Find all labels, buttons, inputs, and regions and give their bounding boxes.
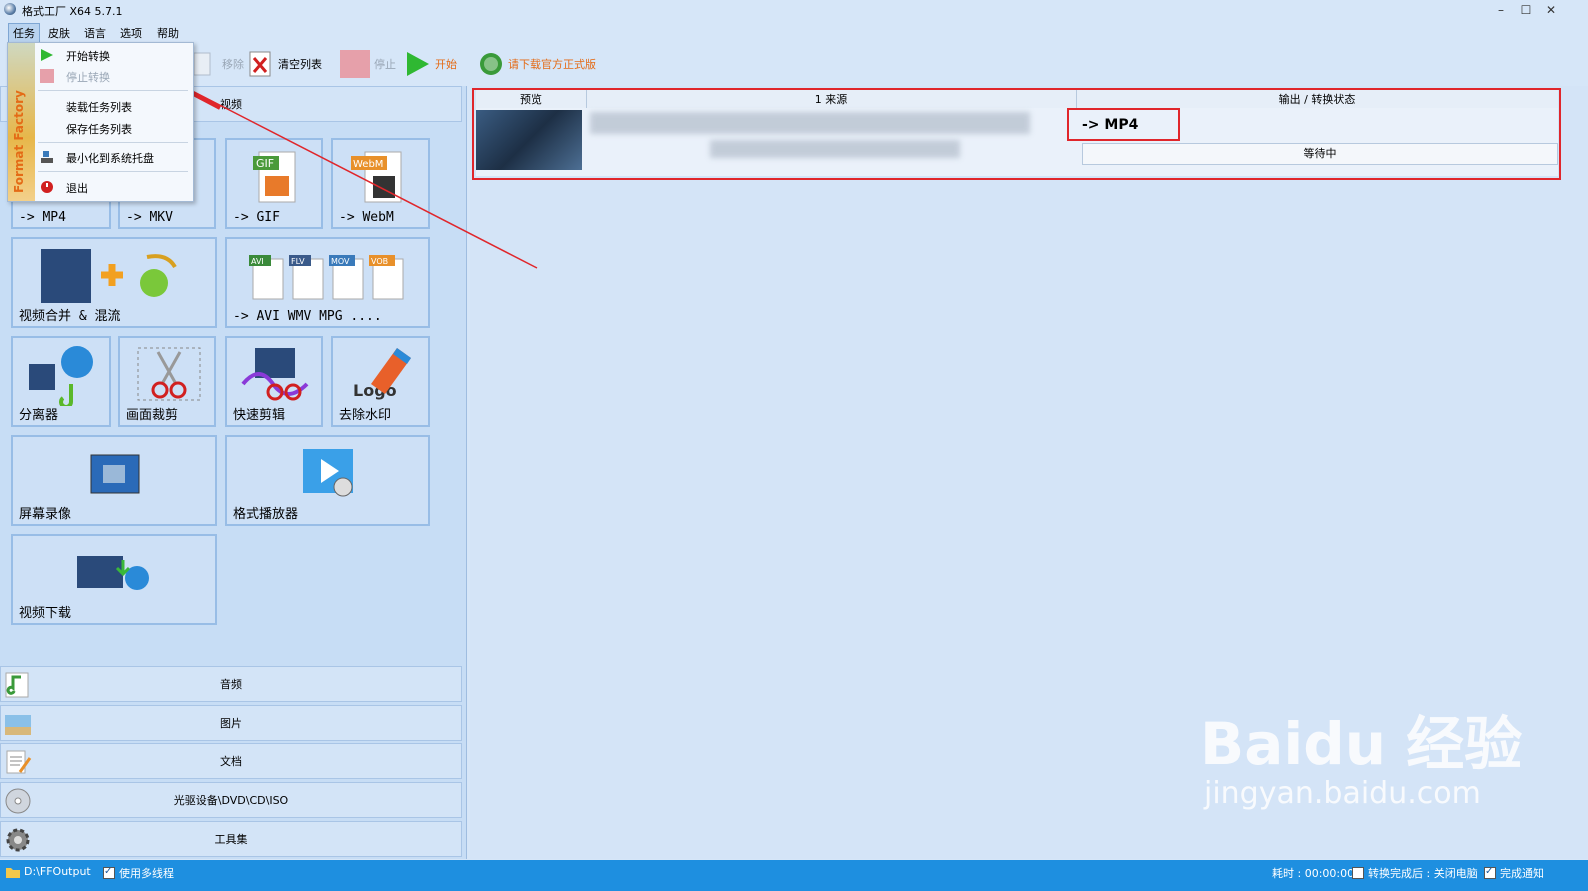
menu-separator (38, 142, 188, 143)
multithread-checkbox[interactable]: 使用多线程 (103, 865, 174, 881)
watermark-brand: Baidu 经验 (1200, 710, 1523, 778)
stop-icon (40, 69, 54, 83)
multithread-check[interactable] (103, 866, 115, 879)
after-convert-check[interactable] (1352, 867, 1364, 879)
output-folder-button[interactable]: D:\FFOutput (6, 865, 91, 878)
after-convert-label: 转换完成后 : 关闭电脑 (1368, 867, 1478, 880)
menu-exit[interactable]: 退出 (66, 180, 88, 196)
tray-icon (41, 151, 53, 163)
menu-save-tasks[interactable]: 保存任务列表 (66, 121, 132, 137)
menu-separator (38, 90, 188, 91)
task-menu-dropdown: Format Factory 开始转换 停止转换 装载任务列表 保存任务列表 最… (7, 42, 194, 202)
output-path: D:\FFOutput (24, 865, 91, 878)
elapsed-time: 耗时 : 00:00:00 (1272, 865, 1354, 881)
notify-check[interactable] (1484, 866, 1496, 879)
status-bar: D:\FFOutput 使用多线程 耗时 : 00:00:00 转换完成后 : … (0, 860, 1588, 891)
play-icon (41, 49, 53, 61)
notify-label: 完成通知 (1500, 867, 1544, 880)
folder-icon (6, 867, 20, 878)
baidu-watermark: Baidu 经验 jingyan.baidu.com (1200, 712, 1522, 811)
elapsed-label: 耗时 : 00:00:00 (1272, 867, 1355, 880)
menu-load-tasks[interactable]: 装载任务列表 (66, 99, 132, 115)
notify-checkbox[interactable]: 完成通知 (1484, 865, 1544, 881)
menu-stop-convert[interactable]: 停止转换 (66, 69, 110, 85)
watermark-url: jingyan.baidu.com (1204, 776, 1481, 811)
menu-minimize-tray[interactable]: 最小化到系统托盘 (66, 150, 154, 166)
multithread-label: 使用多线程 (119, 867, 174, 880)
menu-separator (38, 171, 188, 172)
brand-text: Format Factory (12, 90, 26, 193)
brand-strip: Format Factory (8, 43, 35, 201)
after-convert-checkbox[interactable]: 转换完成后 : 关闭电脑 (1352, 865, 1478, 881)
power-icon (41, 181, 53, 193)
menu-start-convert[interactable]: 开始转换 (66, 48, 110, 64)
